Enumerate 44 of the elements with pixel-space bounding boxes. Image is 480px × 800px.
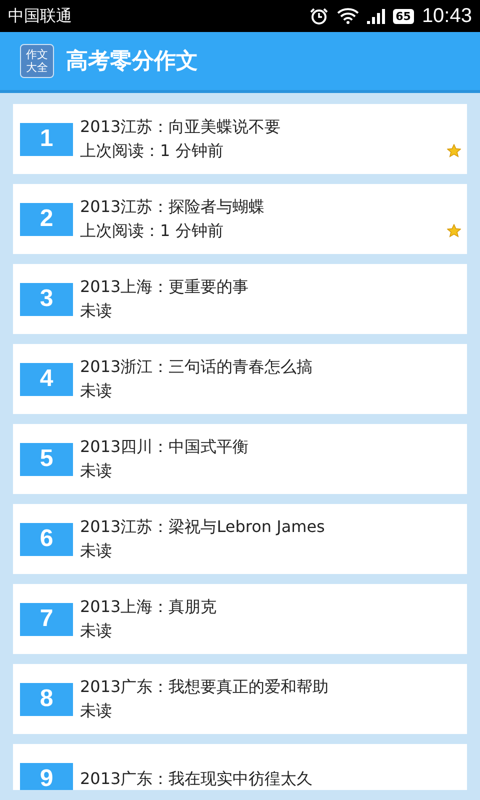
- number-badge: 4: [20, 362, 73, 396]
- essay-item[interactable]: 6 2013江苏：梁祝与Lebron James 未读: [13, 504, 467, 574]
- read-status: 未读: [80, 540, 113, 562]
- essay-title: 2013上海：更重要的事: [80, 276, 249, 298]
- essay-item[interactable]: 2 2013江苏：探险者与蝴蝶 上次阅读：1 分钟前: [13, 184, 467, 254]
- number-badge: 7: [20, 602, 73, 636]
- carrier-name: 中国联通: [8, 6, 72, 26]
- essay-title: 2013浙江：三句话的青春怎么搞: [80, 356, 313, 378]
- battery-level: 65: [392, 8, 414, 24]
- essay-item[interactable]: 5 2013四川：中国式平衡 未读: [13, 424, 467, 494]
- signal-icon: [366, 8, 385, 24]
- logo-text: 大全: [26, 61, 48, 74]
- read-status: 未读: [80, 460, 113, 482]
- essay-title: 2013江苏：探险者与蝴蝶: [80, 196, 265, 218]
- essay-title: 2013广东：我在现实中彷徨太久: [80, 768, 313, 790]
- number-badge: 2: [20, 202, 73, 236]
- essay-title: 2013江苏：梁祝与Lebron James: [80, 516, 325, 538]
- read-status: 上次阅读：1 分钟前: [80, 220, 224, 242]
- essay-title: 2013四川：中国式平衡: [80, 436, 249, 458]
- read-status: 未读: [80, 300, 113, 322]
- read-status: 未读: [80, 620, 113, 642]
- essay-item[interactable]: 3 2013上海：更重要的事 未读: [13, 264, 467, 334]
- essay-item[interactable]: 4 2013浙江：三句话的青春怎么搞 未读: [13, 344, 467, 414]
- clock-time: 10:43: [422, 4, 472, 28]
- number-badge: 3: [20, 282, 73, 316]
- read-status: 上次阅读：1 分钟前: [80, 140, 224, 162]
- alarm-icon: [308, 7, 329, 25]
- number-badge: 8: [20, 682, 73, 716]
- read-status: 未读: [80, 700, 113, 722]
- essay-item[interactable]: 7 2013上海：真朋克 未读: [13, 584, 467, 654]
- number-badge: 5: [20, 442, 73, 476]
- essay-title: 2013江苏：向亚美蝶说不要: [80, 116, 281, 138]
- app-title: 高考零分作文: [66, 48, 198, 76]
- logo-text: 作文: [26, 48, 48, 61]
- essay-title: 2013广东：我想要真正的爱和帮助: [80, 676, 329, 698]
- number-badge: 9: [20, 762, 73, 790]
- essay-title: 2013上海：真朋克: [80, 596, 217, 618]
- essay-item[interactable]: 8 2013广东：我想要真正的爱和帮助 未读: [13, 664, 467, 734]
- read-status: 未读: [80, 380, 113, 402]
- number-badge: 6: [20, 522, 73, 556]
- essay-item[interactable]: 9 2013广东：我在现实中彷徨太久: [13, 744, 467, 790]
- wifi-icon: [336, 8, 359, 24]
- number-badge: 1: [20, 122, 73, 156]
- essay-item[interactable]: 1 2013江苏：向亚美蝶说不要 上次阅读：1 分钟前: [13, 104, 467, 174]
